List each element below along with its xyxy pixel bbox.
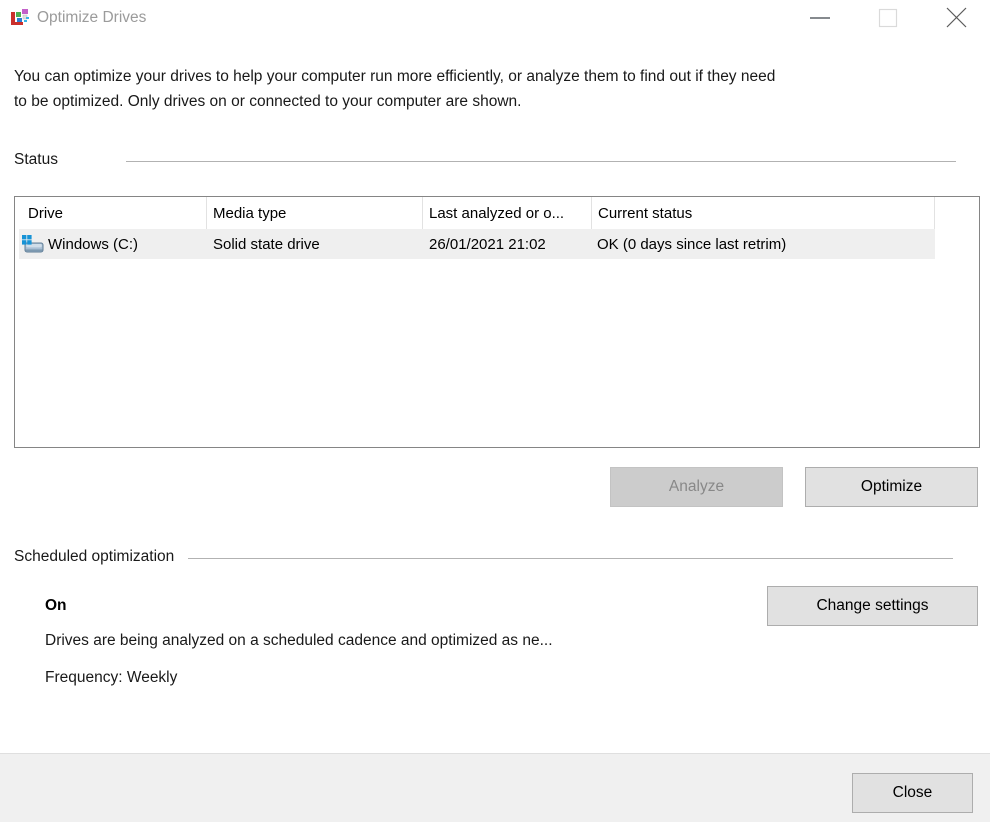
last-analyzed-cell: 26/01/2021 21:02 xyxy=(423,236,592,253)
scheduled-state: On xyxy=(45,597,67,615)
drives-table: Drive Media type Last analyzed or o... C… xyxy=(14,196,980,448)
table-row-windows-c[interactable]: Windows (C:) Solid state drive 26/01/202… xyxy=(19,229,935,259)
close-button[interactable]: Close xyxy=(852,773,973,813)
minimize-icon xyxy=(809,7,831,32)
maximize-button[interactable] xyxy=(854,0,922,38)
status-section-title: Status xyxy=(14,151,58,169)
dialog-footer xyxy=(0,753,990,822)
status-section-header: Status xyxy=(14,151,980,169)
defrag-app-icon xyxy=(10,8,30,28)
minimize-button[interactable] xyxy=(786,0,854,38)
description-line-1: You can optimize your drives to help you… xyxy=(14,64,974,89)
scheduled-section-header: Scheduled optimization xyxy=(14,548,980,566)
column-header-filler xyxy=(935,197,979,229)
change-settings-button[interactable]: Change settings xyxy=(767,586,978,626)
close-icon xyxy=(946,7,967,31)
description-line-2: to be optimized. Only drives on or conne… xyxy=(14,89,974,114)
dialog-description: You can optimize your drives to help you… xyxy=(14,64,974,114)
column-header-drive[interactable]: Drive xyxy=(15,197,207,229)
optimize-drives-dialog: Optimize Drives You can optimize your dr… xyxy=(0,0,990,822)
status-section-divider xyxy=(126,161,956,162)
column-header-last-analyzed[interactable]: Last analyzed or o... xyxy=(423,197,592,229)
scheduled-frequency: Frequency: Weekly xyxy=(45,669,177,687)
scheduled-description: Drives are being analyzed on a scheduled… xyxy=(45,632,553,650)
windows-drive-icon xyxy=(21,233,45,255)
column-header-current-status[interactable]: Current status xyxy=(592,197,935,229)
analyze-button[interactable]: Analyze xyxy=(610,467,783,507)
scheduled-section-title: Scheduled optimization xyxy=(14,548,174,566)
titlebar: Optimize Drives xyxy=(0,0,990,38)
column-header-media-type[interactable]: Media type xyxy=(207,197,423,229)
optimize-button[interactable]: Optimize xyxy=(805,467,978,507)
drives-table-header: Drive Media type Last analyzed or o... C… xyxy=(15,197,979,229)
media-type-cell: Solid state drive xyxy=(207,236,423,253)
current-status-cell: OK (0 days since last retrim) xyxy=(592,236,935,253)
close-window-button[interactable] xyxy=(922,0,990,38)
window-title: Optimize Drives xyxy=(37,9,146,27)
maximize-icon xyxy=(878,8,898,31)
drive-name: Windows (C:) xyxy=(48,236,138,253)
window-controls xyxy=(786,0,990,38)
drive-cell: Windows (C:) xyxy=(19,233,207,255)
scheduled-section-divider xyxy=(188,558,953,559)
